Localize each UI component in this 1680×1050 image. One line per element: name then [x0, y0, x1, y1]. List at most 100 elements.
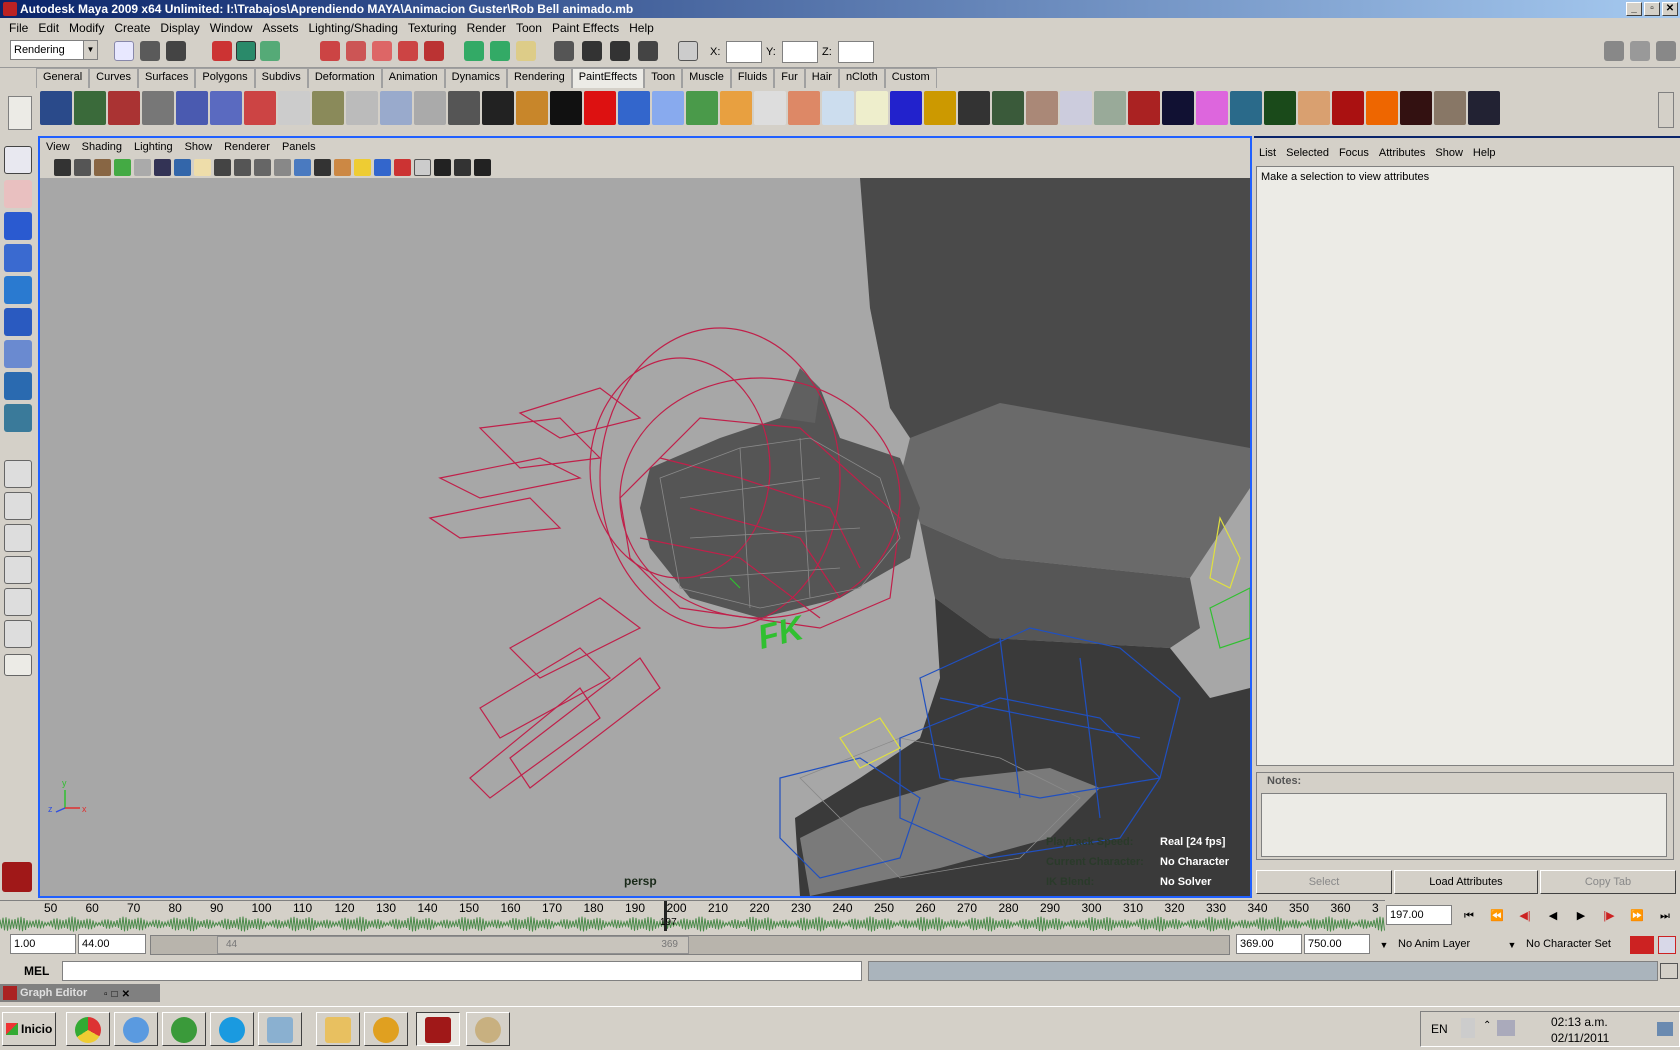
menu-render[interactable]: Render: [462, 21, 511, 35]
anim-layer-chevron-icon[interactable]: ▼: [1374, 936, 1394, 954]
snap-plane-icon[interactable]: [398, 41, 418, 61]
taskbar-winamp[interactable]: [364, 1012, 408, 1046]
attr-menu-focus[interactable]: Focus: [1334, 147, 1374, 159]
shelf-tab-custom[interactable]: Custom: [884, 68, 937, 88]
shelf-tab-subdivs[interactable]: Subdivs: [254, 68, 308, 88]
paint-tool-icon[interactable]: [40, 91, 72, 125]
menu-file[interactable]: File: [4, 21, 33, 35]
paint-select-tool-icon[interactable]: [4, 212, 32, 240]
brush-tree-icon[interactable]: [312, 91, 344, 125]
shadows-icon[interactable]: [374, 158, 391, 176]
menu-create[interactable]: Create: [109, 21, 155, 35]
shelf-tab-rendering[interactable]: Rendering: [506, 68, 572, 88]
step-back-key-icon[interactable]: ◀|: [1512, 905, 1538, 927]
playback-end-field[interactable]: 369.00: [1236, 934, 1302, 954]
stroke-wave-icon[interactable]: [210, 91, 242, 125]
brush-lightning-icon[interactable]: [1400, 91, 1432, 125]
select-camera-icon[interactable]: [54, 158, 71, 176]
four-pane-layout-icon[interactable]: [4, 492, 32, 520]
character-set-chevron-icon[interactable]: ▼: [1502, 936, 1522, 954]
menu-help[interactable]: Help: [624, 21, 659, 35]
animation-preferences-icon[interactable]: [1658, 936, 1676, 954]
step-forward-key-icon[interactable]: |▶: [1596, 905, 1622, 927]
taskbar-media[interactable]: [162, 1012, 206, 1046]
minimize-button[interactable]: _: [1626, 2, 1642, 16]
brush-rain-icon[interactable]: [1468, 91, 1500, 125]
menu-paint-effects[interactable]: Paint Effects: [547, 21, 624, 35]
input-box-icon[interactable]: [678, 41, 698, 61]
x-field[interactable]: [726, 41, 762, 63]
shelf-tab-muscle[interactable]: Muscle: [682, 68, 731, 88]
animation-end-field[interactable]: 750.00: [1304, 934, 1370, 954]
playback-start-field[interactable]: 44.00: [78, 934, 146, 954]
viewport2-icon[interactable]: [474, 158, 491, 176]
maximize-button[interactable]: ▫: [1644, 2, 1660, 16]
stroke-fill-icon[interactable]: [244, 91, 276, 125]
show-manipulator-icon[interactable]: [4, 404, 32, 432]
menu-toon[interactable]: Toon: [511, 21, 547, 35]
shelf-tab-polygons[interactable]: Polygons: [195, 68, 255, 88]
menu-display[interactable]: Display: [155, 21, 204, 35]
y-field[interactable]: [782, 41, 818, 63]
shelf-tab-animation[interactable]: Animation: [381, 68, 445, 88]
attr-menu-attributes[interactable]: Attributes: [1374, 147, 1430, 159]
brush-flower-icon[interactable]: [1060, 91, 1092, 125]
shelf-tab-surfaces[interactable]: Surfaces: [137, 68, 196, 88]
shelf-tab-hair[interactable]: Hair: [804, 68, 839, 88]
brush-sky-icon[interactable]: [1434, 91, 1466, 125]
attr-menu-selected[interactable]: Selected: [1281, 147, 1334, 159]
brush-red-paint-icon[interactable]: [584, 91, 616, 125]
gate-mask-icon[interactable]: [194, 158, 211, 176]
brush-water-icon[interactable]: [822, 91, 854, 125]
load-attributes-button[interactable]: Load Attributes: [1394, 870, 1538, 894]
step-forward-frame-icon[interactable]: ⏩: [1624, 905, 1650, 927]
brush-egg-icon[interactable]: [856, 91, 888, 125]
animation-start-field[interactable]: 1.00: [10, 934, 76, 954]
brush-texture-icon[interactable]: [754, 91, 786, 125]
isolate-select-icon[interactable]: [414, 158, 431, 176]
brush-ribbon-icon[interactable]: [1332, 91, 1364, 125]
go-to-start-icon[interactable]: ⏮: [1456, 905, 1482, 927]
brush-fire-icon[interactable]: [1366, 91, 1398, 125]
brush-blue-paint-icon[interactable]: [618, 91, 650, 125]
taskbar-folder-app[interactable]: [258, 1012, 302, 1046]
range-track[interactable]: 44 369: [150, 935, 1230, 955]
soft-modification-icon[interactable]: [4, 372, 32, 400]
move-tool-icon[interactable]: [4, 244, 32, 272]
scale-tool-icon[interactable]: [4, 308, 32, 336]
taskbar-paint[interactable]: [466, 1012, 510, 1046]
copy-tab-button[interactable]: Copy Tab: [1540, 870, 1676, 894]
render-view-icon[interactable]: [554, 41, 574, 61]
viewport-menu-show[interactable]: Show: [179, 141, 219, 153]
brush-charcoal-icon[interactable]: [448, 91, 480, 125]
play-forwards-icon[interactable]: ▶: [1568, 905, 1594, 927]
mel-command-input[interactable]: [62, 961, 862, 981]
viewport-menu-renderer[interactable]: Renderer: [218, 141, 276, 153]
brush-hair-icon[interactable]: [958, 91, 990, 125]
script-editor-icon[interactable]: [1660, 963, 1678, 979]
render-frame-icon[interactable]: [582, 41, 602, 61]
film-gate-icon[interactable]: [154, 158, 171, 176]
snap-point-icon[interactable]: [372, 41, 392, 61]
current-frame-field[interactable]: 197.00: [1386, 905, 1452, 925]
persp-graph-hypershade-icon[interactable]: [4, 620, 32, 648]
teapot-icon[interactable]: [278, 91, 310, 125]
menu-modify[interactable]: Modify: [64, 21, 109, 35]
wireframe-on-shaded-icon[interactable]: [314, 158, 331, 176]
open-scene-icon[interactable]: [140, 41, 160, 61]
resolution-gate-icon[interactable]: [174, 158, 191, 176]
brush-feather-icon[interactable]: [1128, 91, 1160, 125]
brush-ice-icon[interactable]: [380, 91, 412, 125]
brush-oil-icon[interactable]: [516, 91, 548, 125]
brush-cloud-icon[interactable]: [346, 91, 378, 125]
ipr-render-icon[interactable]: [610, 41, 630, 61]
persp-outliner-layout-icon[interactable]: [4, 524, 32, 552]
brush-hand-icon[interactable]: [1298, 91, 1330, 125]
hud-icon[interactable]: [434, 158, 451, 176]
brush-ink-icon[interactable]: [482, 91, 514, 125]
shelf-tab-curves[interactable]: Curves: [89, 68, 138, 88]
attr-menu-help[interactable]: Help: [1468, 147, 1501, 159]
select-object-icon[interactable]: [236, 41, 256, 61]
brush-red-icon[interactable]: [108, 91, 140, 125]
taskbar-explorer[interactable]: [316, 1012, 360, 1046]
